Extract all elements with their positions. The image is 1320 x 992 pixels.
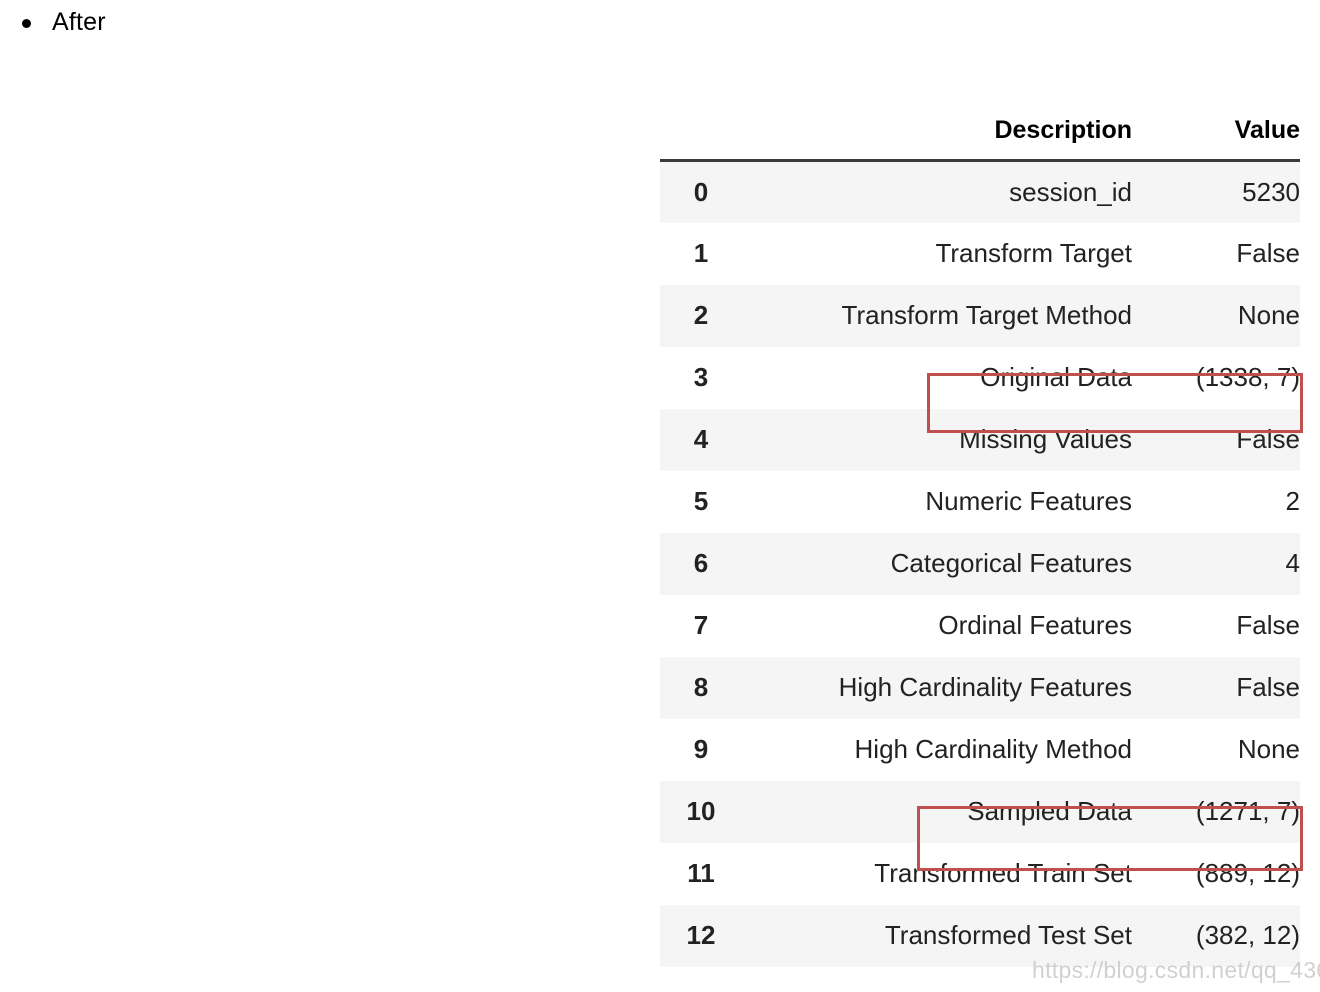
table-cell-value: (1271, 7): [1195, 796, 1300, 826]
table-cell-index: 5: [693, 486, 709, 516]
table-cell-index: 4: [693, 424, 709, 454]
table-cell-index: 10: [686, 796, 716, 826]
bullet-dot-icon: [22, 19, 31, 28]
list-item-label: After: [52, 8, 106, 36]
table-row: 5 Numeric Features 2: [660, 471, 1300, 533]
table-cell-value: 5230: [1242, 176, 1300, 207]
table-cell-description: Numeric Features: [925, 486, 1132, 516]
table-row: 1 Transform Target False: [660, 223, 1300, 285]
dataframe-container: Description Value 0 session_id 5230 1 Transf…: [660, 116, 1300, 967]
setup-summary-table: Description Value 0 session_id 5230 1 Transf…: [660, 116, 1300, 967]
table-cell-index: 11: [687, 858, 715, 888]
table-cell-description: Sampled Data: [967, 796, 1132, 826]
table-cell-description: High Cardinality Method: [854, 734, 1132, 764]
table-cell-description: Transform Target: [935, 238, 1132, 268]
table-row: 3 Original Data (1338, 7): [660, 347, 1300, 409]
bullet-list: After: [0, 0, 106, 44]
table-cell-value: False: [1236, 424, 1300, 454]
table-cell-index: 9: [693, 734, 709, 764]
table-row: 6 Categorical Features 4: [660, 532, 1300, 595]
table-row: 7 Ordinal Features False: [660, 595, 1300, 657]
column-header-index: [660, 116, 742, 162]
table-cell-value: False: [1236, 238, 1300, 268]
list-item: After: [0, 0, 106, 44]
table-cell-value: None: [1237, 300, 1300, 330]
table-cell-value: 4: [1285, 548, 1300, 578]
table-header: Description Value: [660, 116, 1300, 162]
table-cell-description: Categorical Features: [890, 548, 1132, 578]
table-cell-value: False: [1236, 610, 1300, 640]
table-row: 11 Transformed Train Set (889, 12): [660, 843, 1300, 905]
table-cell-value: (889, 12): [1195, 858, 1300, 888]
table-cell-index: 1: [693, 238, 709, 268]
table-row: 8 High Cardinality Features False: [660, 656, 1300, 719]
table-row: 0 session_id 5230: [660, 160, 1300, 223]
table-cell-value: (1338, 7): [1195, 362, 1300, 392]
table-cell-description: Transform Target Method: [841, 300, 1132, 330]
watermark-text: https://blog.csdn.net/qq_43627540: [1032, 957, 1320, 983]
table-cell-description: Transformed Train Set: [874, 858, 1132, 888]
table-cell-value: 2: [1285, 486, 1300, 516]
table-row: 2 Transform Target Method None: [660, 284, 1300, 347]
table-cell-description: Ordinal Features: [938, 610, 1132, 640]
table-cell-index: 7: [693, 610, 709, 640]
column-header-value: Value: [1132, 116, 1300, 162]
table-body: 0 session_id 5230 1 Transform Target False 2 Tr…: [660, 160, 1300, 967]
table-cell-index: 0: [693, 176, 709, 207]
table-cell-index: 3: [693, 362, 709, 392]
table-cell-value: False: [1236, 672, 1300, 702]
table-header-row: Description Value: [660, 116, 1300, 162]
table-cell-index: 12: [686, 920, 716, 950]
table-cell-index: 6: [693, 548, 709, 578]
table-cell-description: Original Data: [980, 362, 1132, 392]
table-cell-value: None: [1237, 734, 1300, 764]
table-row: 9 High Cardinality Method None: [660, 719, 1300, 781]
table-cell-index: 8: [693, 672, 709, 702]
table-cell-description: High Cardinality Features: [838, 672, 1132, 702]
table-cell-description: session_id: [1009, 176, 1132, 207]
table-row: 10 Sampled Data (1271, 7): [660, 780, 1300, 843]
column-header-description: Description: [742, 116, 1132, 162]
table-row: 4 Missing Values False: [660, 408, 1300, 471]
table-cell-index: 2: [693, 300, 709, 330]
table-cell-description: Missing Values: [959, 424, 1132, 454]
